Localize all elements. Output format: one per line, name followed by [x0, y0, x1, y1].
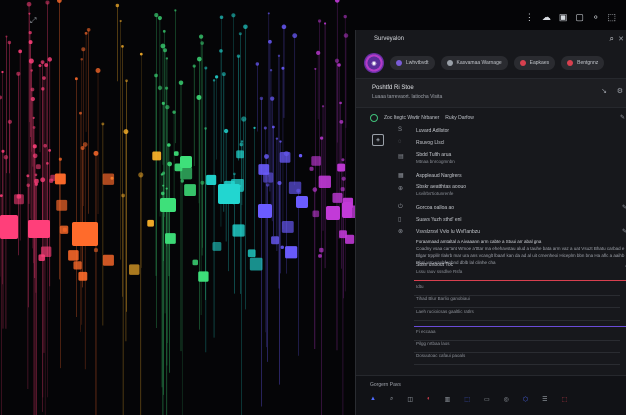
item-title: Sbsn unbout Toc: [416, 262, 454, 268]
chip-2[interactable]: Kasvamaa Warnage: [440, 56, 508, 70]
item-title: Sbskr aeatthtas aoouo: [416, 184, 467, 190]
paragraph-title: Foraamaad amtaltal a Aivaaann arm cabte …: [416, 239, 542, 244]
x-circle-icon: ⊗: [398, 229, 404, 235]
footer-tool-icon[interactable]: ▲: [370, 396, 376, 403]
chip-3[interactable]: Eapkaes: [513, 56, 556, 70]
chip-dot-icon: [396, 60, 402, 66]
item-title: Sbdd Tulth arua: [416, 152, 452, 158]
top-bar: ⤢ ⋮ ☁ ▣ ▢ ⚬ ⬚: [0, 0, 626, 30]
cloud-icon[interactable]: ☁: [542, 12, 551, 23]
s-icon: S: [398, 127, 403, 133]
footer-tool-icon[interactable]: ⬚: [464, 396, 470, 403]
chip-label: Lwhvtbvdt: [406, 60, 429, 66]
item-subtitle: Lsvilrbs'tiotunrenfe: [416, 191, 454, 196]
panel-title: Surveyalon: [374, 36, 405, 42]
item-title: Luvard Adllstor: [416, 128, 450, 134]
chip-dot-icon: [446, 60, 453, 66]
expand-icon[interactable]: ⤢: [30, 16, 36, 26]
side-panel: Surveyalon ⌕ ✕ ◉ Lwhvtbvdt Kasvamaa Warn…: [355, 30, 626, 415]
footer-tool-icon[interactable]: ⬡: [523, 396, 528, 403]
footer-tool-icon[interactable]: ▥: [445, 396, 451, 403]
status-icon: [370, 114, 378, 122]
footer-tool-icon[interactable]: ▭: [484, 396, 490, 403]
input-field[interactable]: Fi eccaaa: [414, 329, 620, 341]
account-switcher: ◉ Lwhvtbvdt Kasvamaa Warnage Eapkaes Ben…: [364, 52, 619, 74]
edit-icon[interactable]: ✎: [622, 204, 626, 211]
footer-tool-icon[interactable]: ⬚: [562, 396, 568, 403]
chip-label: Kasvamaa Warnage: [456, 60, 502, 66]
footer-tool-icon[interactable]: ◎: [504, 396, 509, 403]
bar-icon: ▯: [398, 217, 402, 223]
avatar[interactable]: ◉: [364, 53, 384, 73]
close-icon[interactable]: ✕: [618, 35, 624, 43]
footer-label: Gorgern Pavs: [370, 382, 401, 388]
settings-icon[interactable]: ⚙: [617, 87, 623, 95]
item-title: Rsuvog Llscl: [416, 140, 445, 146]
item-title: Gorcoa oalloa ao: [416, 205, 455, 211]
account-extra: Ruky Darfow: [445, 115, 474, 121]
profile-subtitle: Luaaa tarrevaort. latiocha Visita: [372, 94, 443, 100]
window-icon[interactable]: ▣: [559, 12, 568, 23]
selected-app-icon[interactable]: ◈: [372, 134, 384, 146]
menu-dots-icon[interactable]: ⋮: [525, 12, 534, 23]
item-subtitle: Lssu rauv sssdlve Rsfa: [416, 269, 463, 274]
chip-label: Bentgnnz: [577, 60, 599, 66]
item-title: Vsvslzrsvl Vvlo lu Wvl'lanbzu: [416, 229, 481, 235]
input-field[interactable]: Pilgg nrtbaa laos: [414, 341, 620, 353]
chip-4[interactable]: Bentgnnz: [561, 56, 605, 70]
profile-header: Poshtfd Ri Stoe Luaaa tarrevaort. latioc…: [356, 78, 626, 108]
grid-icon: ▦: [398, 173, 404, 179]
footer-tool-icon[interactable]: ◫: [407, 396, 413, 403]
account-label: Zoc Itegtc Wwtir Nrbaner: [384, 115, 440, 121]
input-field[interactable]: Dosuutoac cafaui paoals: [414, 353, 620, 365]
divider-violet: [414, 326, 626, 327]
panel-footer: Gorgern Pavs ▲ ⌕ ◫ ◐ ▥ ⬚ ▭ ◎ ⬡ ☰ ⬚: [356, 375, 626, 415]
system-tray: ⋮ ☁ ▣ ▢ ⚬ ⬚: [525, 12, 616, 23]
chip-dot-icon: [567, 60, 574, 66]
footer-tool-icon[interactable]: ☰: [542, 396, 547, 403]
edit-icon[interactable]: ✎: [622, 228, 626, 235]
power-icon: ⏻: [398, 204, 403, 210]
item-title: Asppleaud Narglrers: [416, 173, 462, 179]
footer-tool-icon[interactable]: ⌕: [390, 396, 393, 403]
footer-tool-icon[interactable]: ◐: [427, 396, 431, 403]
footer-toolbar: ▲ ⌕ ◫ ◐ ▥ ⬚ ▭ ◎ ⬡ ☰ ⬚: [370, 396, 567, 403]
item-subtitle: Mtnaa bnrcogmnbn: [416, 159, 455, 164]
pin-icon[interactable]: ↘: [601, 87, 607, 95]
circle-icon[interactable]: ⚬: [592, 12, 600, 23]
item-title: Suavs 'fuzh sthd' enl: [416, 217, 462, 223]
chip-1[interactable]: Lwhvtbvdt: [390, 56, 435, 70]
panel-header: Surveyalon: [356, 30, 626, 48]
input-field[interactable]: Idtu: [414, 284, 620, 296]
search-icon[interactable]: ⌕: [610, 34, 614, 44]
square-icon[interactable]: ▢: [575, 12, 584, 23]
globe-icon: ⊕: [398, 186, 404, 192]
edit-icon[interactable]: ✎: [620, 114, 625, 121]
account-row[interactable]: Zoc Itegtc Wwtir Nrbaner Ruky Darfow ✎: [370, 112, 625, 124]
circle-icon: ◌: [398, 139, 402, 145]
chip-dot-icon: [519, 60, 526, 66]
divider-red: [414, 280, 626, 281]
profile-title: Poshtfd Ri Stoe: [372, 85, 414, 91]
doc-icon: ▤: [398, 154, 404, 160]
input-field[interactable]: Tihad Blur Barlio ganobiaui: [414, 296, 620, 308]
input-field[interactable]: Laeh rucioicsas gaaltlic ratlrs: [414, 309, 620, 321]
chip-label: Eapkaes: [529, 60, 550, 66]
app-icon[interactable]: ⬚: [607, 12, 616, 23]
